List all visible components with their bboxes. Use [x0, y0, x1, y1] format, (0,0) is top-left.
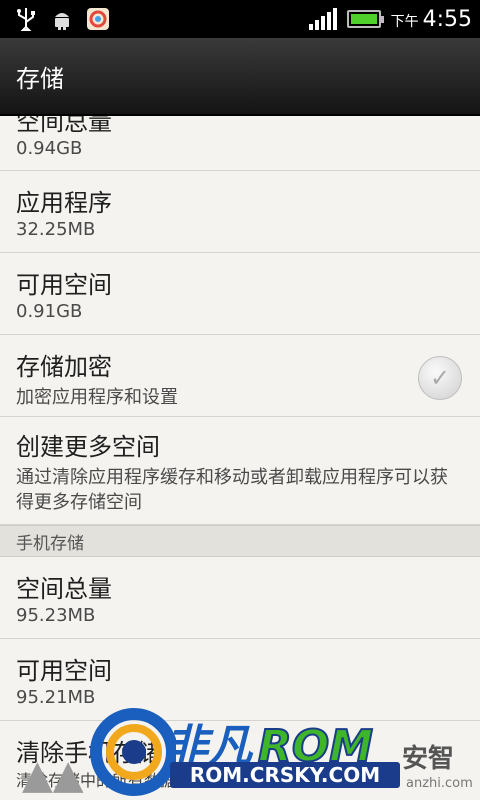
encryption-checkbox[interactable]: ✓ [418, 356, 462, 400]
list-item-value: 通过清除应用程序缓存和移动或者卸载应用程序可以获得更多存储空间 [16, 467, 448, 513]
title-bar: 存储 [0, 38, 480, 116]
list-item-value: 95.21MB [16, 687, 96, 708]
list-item-value: 加密应用程序和设置 [16, 387, 178, 408]
list-item-label: 存储加密 [16, 353, 112, 381]
list-item-label: 空间总量 [16, 575, 112, 603]
app-store-icon [86, 7, 110, 31]
storage-settings-list[interactable]: 空间总量 0.94GB 应用程序 32.25MB 可用空间 0.91GB 存储加… [0, 116, 480, 800]
list-item-value: 32.25MB [16, 219, 96, 240]
list-item-value: 清除存储中的所有数据，例如音乐和照片 [16, 771, 305, 790]
list-item-label: 清除手机存储 [16, 739, 160, 767]
android-debug-icon [50, 7, 74, 31]
list-item-label: 创建更多空间 [16, 433, 160, 461]
page-title: 存储 [16, 64, 64, 93]
list-item-applications[interactable]: 应用程序 32.25MB [0, 171, 480, 253]
list-item-create-more-space[interactable]: 创建更多空间 通过清除应用程序缓存和移动或者卸载应用程序可以获得更多存储空间 [0, 417, 480, 525]
usb-icon [14, 7, 38, 31]
list-item-label: 空间总量 [16, 116, 112, 136]
am-pm-label: 下午 [390, 13, 419, 30]
battery-icon [346, 10, 384, 28]
list-item-available-space[interactable]: 可用空间 0.91GB [0, 253, 480, 335]
list-item-total-space[interactable]: 空间总量 0.94GB [0, 116, 480, 171]
signal-strength-icon [308, 8, 337, 30]
status-clock: 下午 4:55 [391, 7, 472, 32]
list-item-phone-total-space[interactable]: 空间总量 95.23MB [0, 557, 480, 639]
list-item-value: 0.91GB [16, 301, 83, 322]
list-item-clear-phone-storage[interactable]: 清除手机存储 清除存储中的所有数据，例如音乐和照片 [0, 721, 480, 800]
status-bar: 下午 4:55 [0, 0, 480, 38]
list-item-value: 95.23MB [16, 605, 96, 626]
section-header-phone-storage: 手机存储 [0, 525, 480, 557]
list-item-value: 0.94GB [16, 138, 83, 159]
list-item-storage-encryption[interactable]: 存储加密 加密应用程序和设置 ✓ [0, 335, 480, 417]
list-item-label: 可用空间 [16, 271, 112, 299]
list-item-phone-available-space[interactable]: 可用空间 95.21MB [0, 639, 480, 721]
checkmark-icon: ✓ [429, 364, 451, 392]
time-label: 4:55 [422, 6, 472, 32]
list-item-label: 可用空间 [16, 657, 112, 685]
list-item-label: 应用程序 [16, 189, 112, 217]
